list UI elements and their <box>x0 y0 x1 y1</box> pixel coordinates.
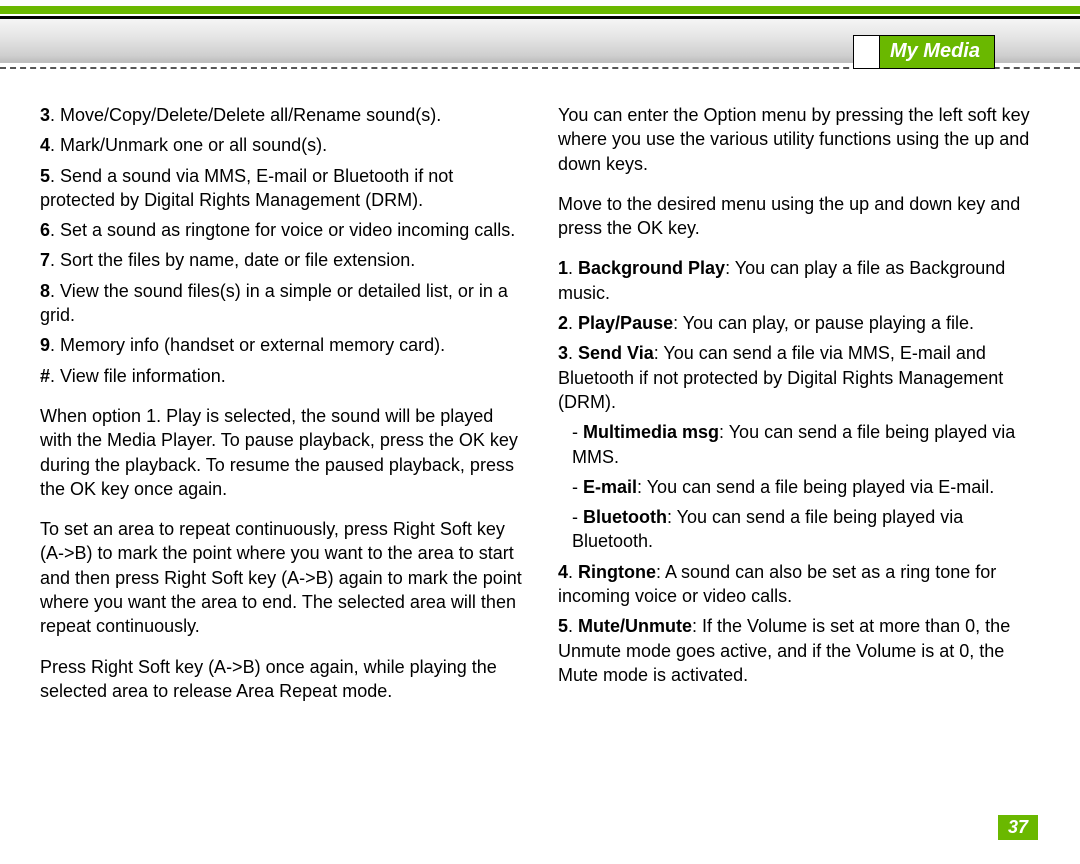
left-para-2: To set an area to repeat continuously, p… <box>40 517 522 638</box>
right-para-1: You can enter the Option menu by pressin… <box>558 103 1040 176</box>
right-sub-1: - Multimedia msg: You can send a file be… <box>558 420 1040 469</box>
right-item-4: 4. Ringtone: A sound can also be set as … <box>558 560 1040 609</box>
page-number: 37 <box>998 815 1038 840</box>
left-column: 3. Move/Copy/Delete/Delete all/Rename so… <box>40 103 522 709</box>
num: 2 <box>558 313 568 333</box>
bold: Background Play <box>578 258 725 278</box>
num: 5 <box>558 616 568 636</box>
text: Mark/Unmark one or all sound(s). <box>60 135 327 155</box>
right-sub-2: - E-mail: You can send a file being play… <box>558 475 1040 499</box>
num: 9 <box>40 335 50 355</box>
bold: Play/Pause <box>578 313 673 333</box>
num: 6 <box>40 220 50 240</box>
left-para-1: When option 1. Play is selected, the sou… <box>40 404 522 501</box>
text: : You can send a file being played via E… <box>637 477 994 497</box>
right-sub-3: - Bluetooth: You can send a file being p… <box>558 505 1040 554</box>
text: Set a sound as ringtone for voice or vid… <box>60 220 515 240</box>
left-item-7: 7. Sort the files by name, date or file … <box>40 248 522 272</box>
text: View the sound files(s) in a simple or d… <box>40 281 508 325</box>
text: View file information. <box>60 366 226 386</box>
num: 7 <box>40 250 50 270</box>
left-item-hash: #. View file information. <box>40 364 522 388</box>
bold: Mute/Unmute <box>578 616 692 636</box>
dash-separator: My Media <box>0 67 1080 69</box>
num: 3 <box>40 105 50 125</box>
bold: E-mail <box>583 477 637 497</box>
left-item-9: 9. Memory info (handset or external memo… <box>40 333 522 357</box>
left-item-3: 3. Move/Copy/Delete/Delete all/Rename so… <box>40 103 522 127</box>
left-item-5: 5. Send a sound via MMS, E-mail or Bluet… <box>40 164 522 213</box>
bold: Multimedia msg <box>583 422 719 442</box>
left-item-4: 4. Mark/Unmark one or all sound(s). <box>40 133 522 157</box>
text: Send a sound via MMS, E-mail or Bluetoot… <box>40 166 453 210</box>
right-item-5: 5. Mute/Unmute: If the Volume is set at … <box>558 614 1040 687</box>
section-tab: My Media <box>853 35 995 69</box>
top-green-bar <box>0 6 1080 14</box>
right-item-1: 1. Background Play: You can play a file … <box>558 256 1040 305</box>
left-item-6: 6. Set a sound as ringtone for voice or … <box>40 218 522 242</box>
num: 4 <box>40 135 50 155</box>
num: 3 <box>558 343 568 363</box>
bold: Ringtone <box>578 562 656 582</box>
num: 4 <box>558 562 568 582</box>
text: : You can play, or pause playing a file. <box>673 313 974 333</box>
section-title: My Media <box>879 35 995 69</box>
bold: Send Via <box>578 343 654 363</box>
right-para-2: Move to the desired menu using the up an… <box>558 192 1040 241</box>
num: 5 <box>40 166 50 186</box>
left-item-8: 8. View the sound files(s) in a simple o… <box>40 279 522 328</box>
right-item-2: 2. Play/Pause: You can play, or pause pl… <box>558 311 1040 335</box>
page-body: 3. Move/Copy/Delete/Delete all/Rename so… <box>0 69 1080 709</box>
bold: Bluetooth <box>583 507 667 527</box>
text: Sort the files by name, date or file ext… <box>60 250 415 270</box>
right-item-3: 3. Send Via: You can send a file via MMS… <box>558 341 1040 414</box>
tab-lead <box>853 35 879 69</box>
text: Memory info (handset or external memory … <box>60 335 445 355</box>
num: # <box>40 366 50 386</box>
text: Move/Copy/Delete/Delete all/Rename sound… <box>60 105 441 125</box>
right-column: You can enter the Option menu by pressin… <box>558 103 1040 709</box>
num: 8 <box>40 281 50 301</box>
num: 1 <box>558 258 568 278</box>
left-para-3: Press Right Soft key (A->B) once again, … <box>40 655 522 704</box>
